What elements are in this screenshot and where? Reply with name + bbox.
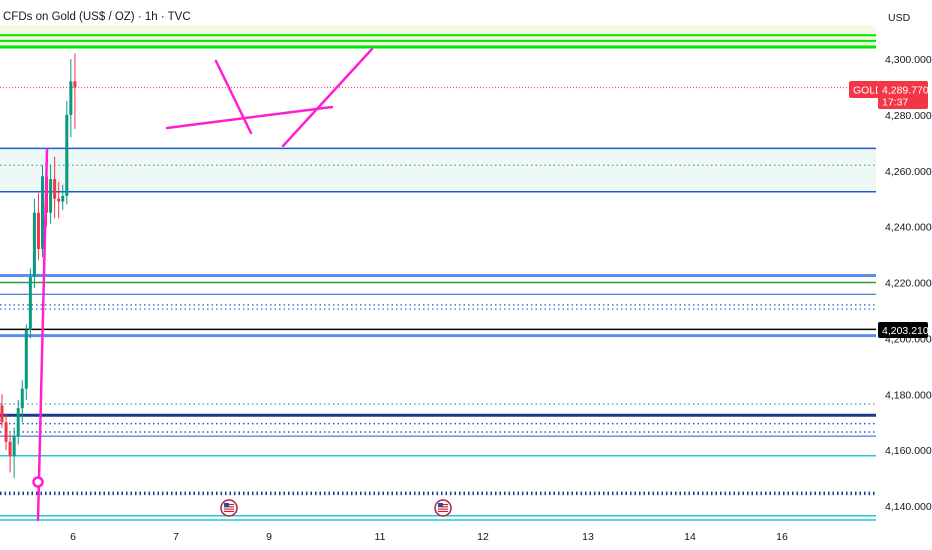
candle-body xyxy=(53,179,57,199)
price-tick-label: 4,220.000 xyxy=(885,278,932,290)
candle-body xyxy=(16,408,20,437)
price-tick-label: 4,240.000 xyxy=(885,222,932,234)
price-tick-label: 4,280.000 xyxy=(885,110,932,122)
candle-body xyxy=(61,195,65,202)
price-chart[interactable]: USD 4,140.0004,160.0004,180.0004,200.000… xyxy=(0,0,932,550)
time-tick-label: 12 xyxy=(477,531,489,543)
candle-body xyxy=(49,179,53,213)
trendline xyxy=(281,47,374,148)
trendline-anchor xyxy=(32,476,44,488)
flag-ring xyxy=(220,499,238,517)
symbol-legend[interactable]: CFDs on Gold (US$ / OZ) · 1h · TVC xyxy=(0,8,191,26)
flag-canton xyxy=(438,503,443,507)
last-price-tag: GOLD 4,289.770 17:37 xyxy=(849,81,929,109)
bar-countdown: 17:37 xyxy=(882,97,908,109)
flag-ring xyxy=(434,499,452,517)
candle-body xyxy=(12,436,16,456)
time-tick-label: 13 xyxy=(582,531,594,543)
flag-canton xyxy=(224,503,229,507)
price-tick-label: 4,260.000 xyxy=(885,166,932,178)
time-tick-label: 6 xyxy=(70,531,76,543)
candle-body xyxy=(41,176,44,249)
candle-body xyxy=(8,441,12,456)
horizontal-levels xyxy=(0,34,876,521)
candle-body xyxy=(73,81,77,88)
marker-price-value: 4,203.210 xyxy=(882,325,929,337)
mid-zone xyxy=(0,148,876,192)
flag-stripe xyxy=(224,510,234,512)
trendline-drawings[interactable] xyxy=(32,47,374,522)
flag-stripe xyxy=(224,508,234,510)
price-tick-label: 4,140.000 xyxy=(885,501,932,513)
candle-body xyxy=(24,329,28,389)
us-event-flag-icon[interactable] xyxy=(434,499,452,517)
time-tick-label: 9 xyxy=(266,531,272,543)
economic-events[interactable] xyxy=(220,499,452,517)
time-tick-label: 7 xyxy=(173,531,179,543)
time-axis-ticks: 6 7 9 11 12 13 14 16 xyxy=(70,531,788,543)
trendline xyxy=(165,105,334,130)
highlight-zones xyxy=(0,25,876,192)
chart-app[interactable]: USD 4,140.000 4,160.000 4,180.000 4,200.000… xyxy=(0,0,932,550)
candle-body xyxy=(65,114,69,196)
candle-body xyxy=(20,388,24,409)
candle-body xyxy=(4,422,8,442)
time-tick-label: 14 xyxy=(684,531,696,543)
time-axis[interactable]: 6 7 9 11 12 13 14 16 xyxy=(70,531,788,543)
marker-price-tag: 4,203.210 xyxy=(878,322,929,338)
currency-label[interactable]: USD xyxy=(888,12,911,24)
price-tick-label: 4,300.000 xyxy=(885,54,932,66)
flag-stripe xyxy=(438,508,448,510)
last-price-value: 4,289.770 xyxy=(882,85,929,97)
candle-body xyxy=(32,212,36,277)
candle-body xyxy=(36,212,40,249)
candle-body xyxy=(28,276,32,330)
time-tick-label: 16 xyxy=(776,531,788,543)
flag-stripe xyxy=(438,510,448,512)
symbol-title[interactable]: CFDs on Gold (US$ / OZ) · 1h · TVC xyxy=(0,11,191,23)
candle-body xyxy=(0,405,4,423)
candle-body xyxy=(69,81,73,115)
us-event-flag-icon[interactable] xyxy=(220,499,238,517)
price-tick-label: 4,180.000 xyxy=(885,389,932,401)
candle-body xyxy=(57,198,61,202)
time-tick-label: 11 xyxy=(375,531,386,543)
price-tick-label: 4,160.000 xyxy=(885,445,932,457)
